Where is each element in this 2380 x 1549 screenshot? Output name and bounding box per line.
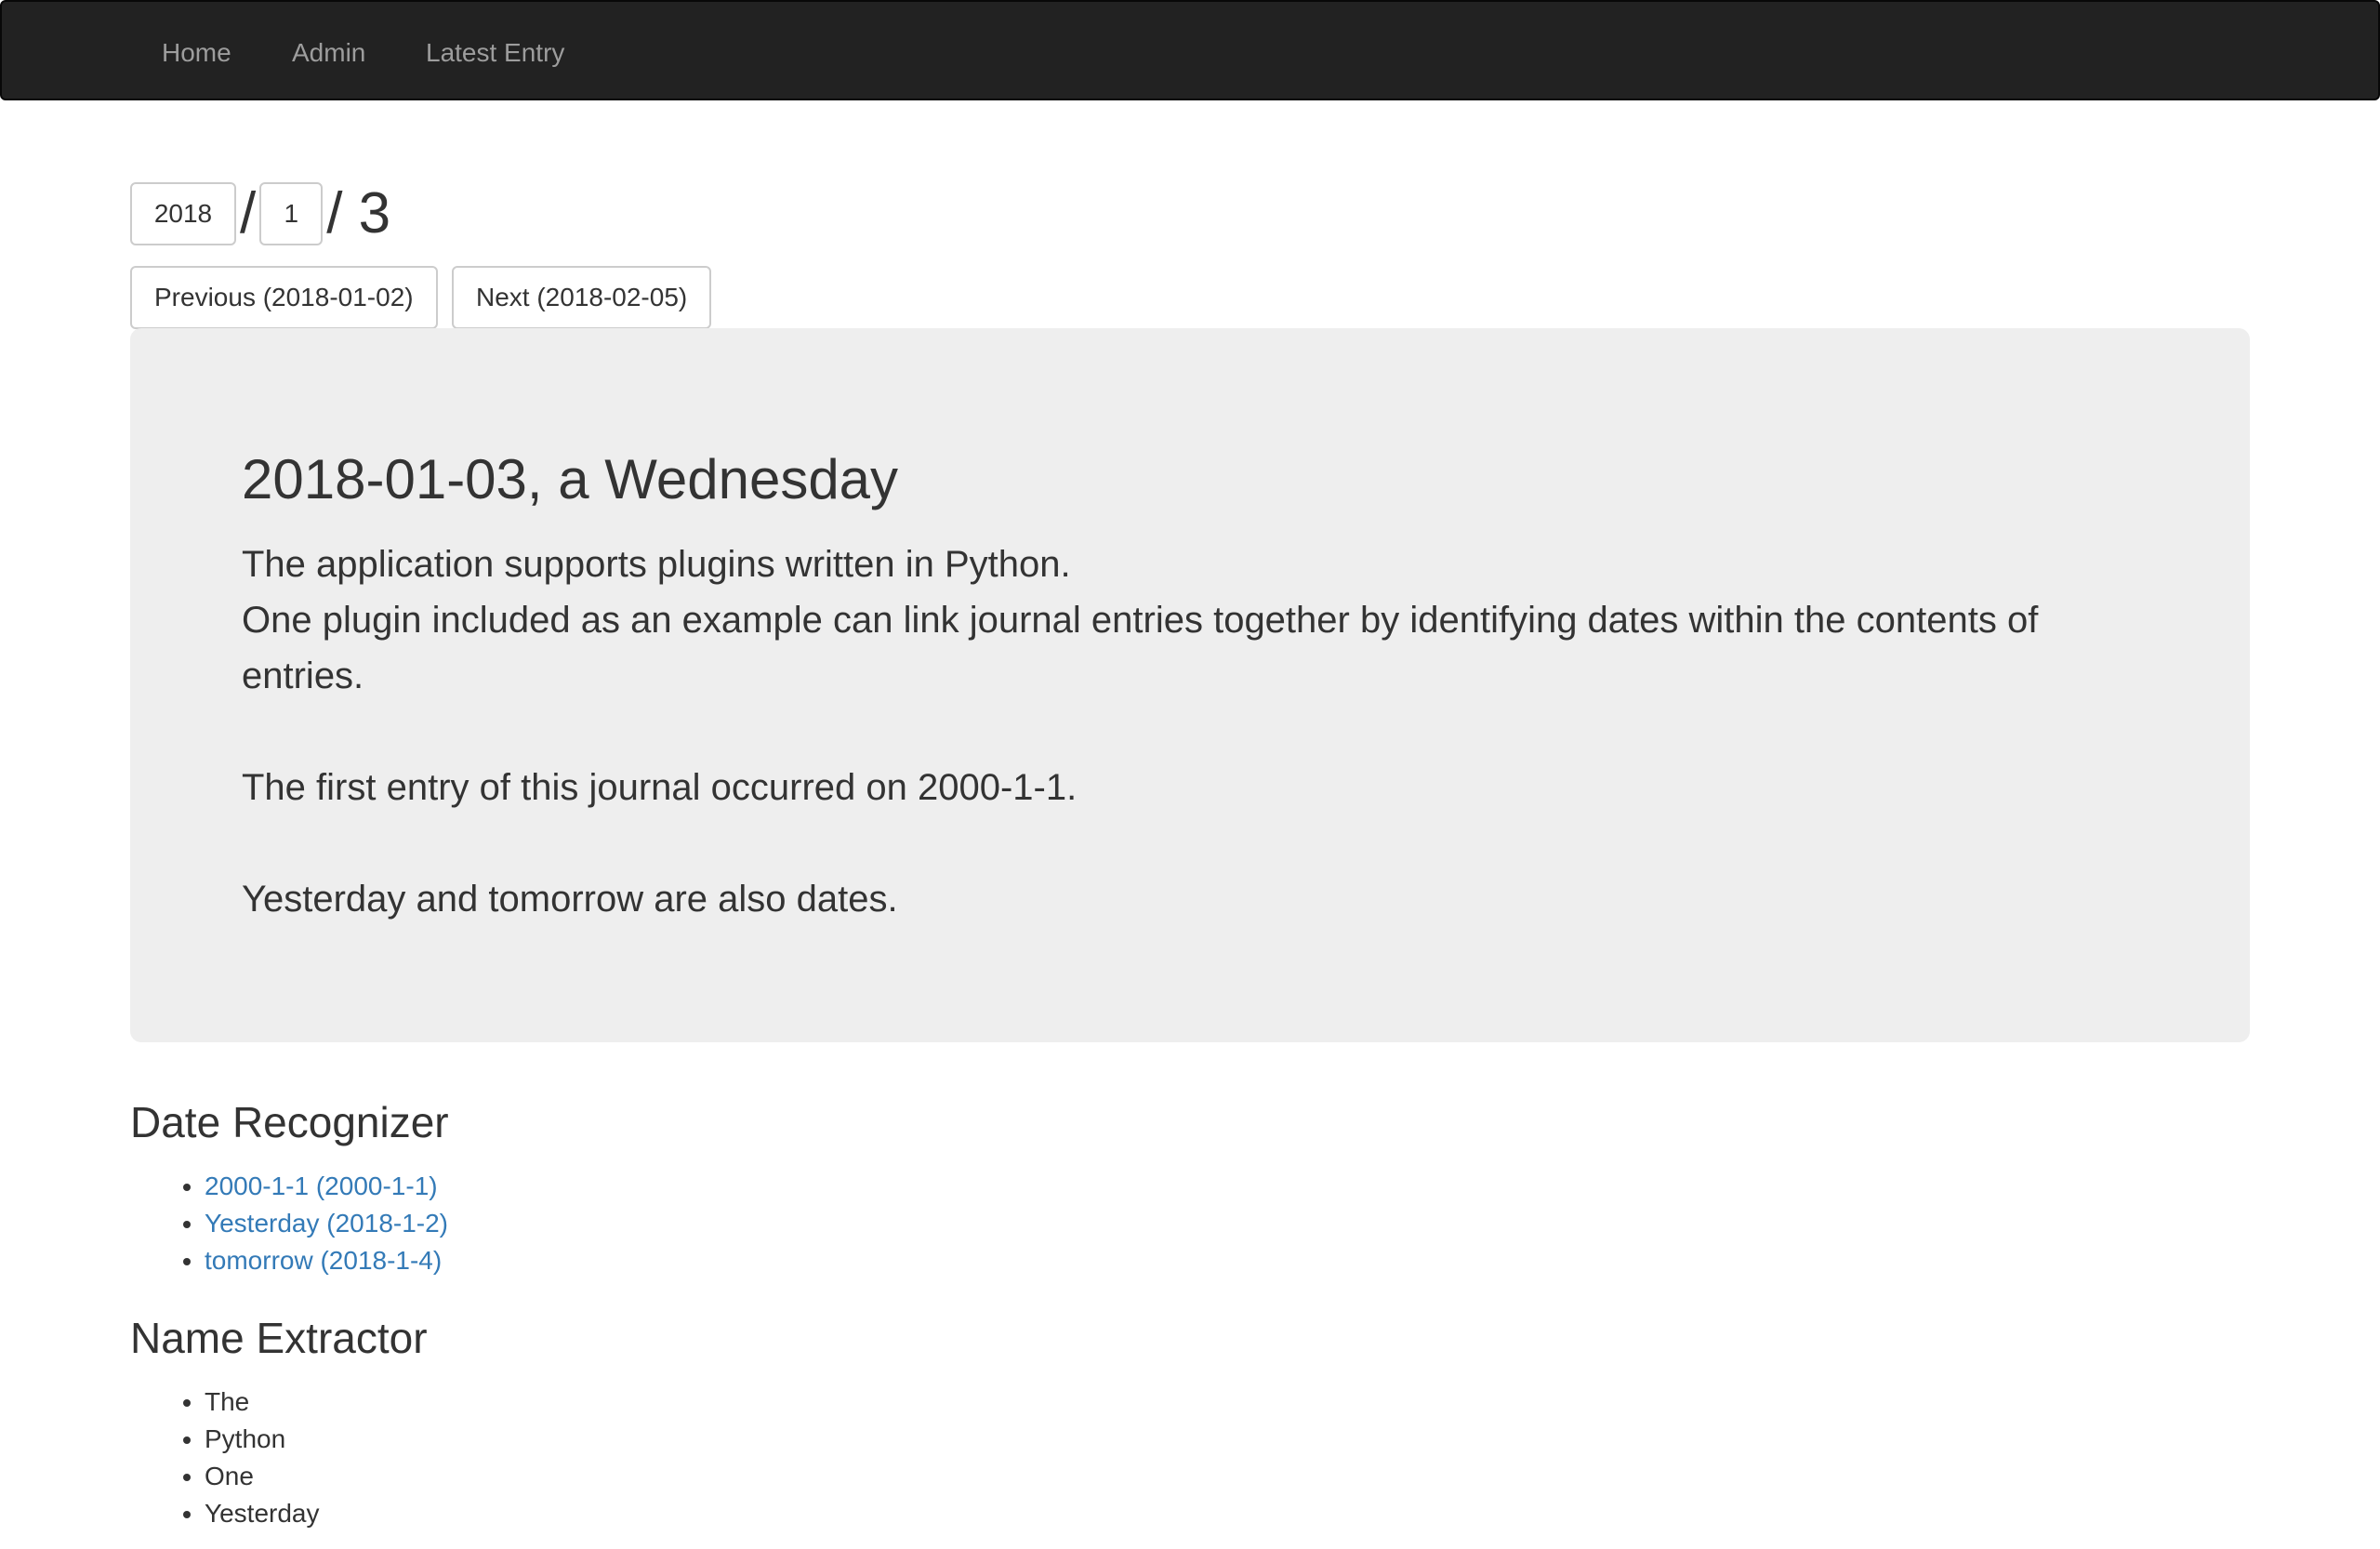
list-item: One bbox=[205, 1458, 320, 1495]
list-item: Yesterday bbox=[205, 1495, 320, 1532]
extracted-name: Yesterday bbox=[205, 1499, 320, 1528]
date-recognizer-heading: Date Recognizer bbox=[130, 1098, 449, 1146]
list-item: 2000-1-1 (2000-1-1) bbox=[205, 1168, 448, 1205]
previous-entry-button[interactable]: Previous (2018-01-02) bbox=[130, 266, 438, 329]
extracted-name: The bbox=[205, 1387, 250, 1416]
entry-title: 2018-01-03, a Wednesday bbox=[242, 448, 899, 510]
day-label: / 3 bbox=[326, 181, 391, 245]
name-extractor-list: The Python One Yesterday bbox=[130, 1384, 320, 1532]
top-navbar: Home Admin Latest Entry bbox=[0, 0, 2380, 100]
entry-line-1: The application supports plugins written… bbox=[242, 544, 1071, 585]
next-entry-button[interactable]: Next (2018-02-05) bbox=[452, 266, 712, 329]
list-item: Python bbox=[205, 1421, 320, 1458]
year-input[interactable] bbox=[130, 182, 236, 245]
entry-line-3: The first entry of this journal occurred… bbox=[242, 767, 1078, 808]
name-extractor-heading: Name Extractor bbox=[130, 1314, 428, 1362]
nav-latest-entry-link[interactable]: Latest Entry bbox=[426, 2, 564, 102]
month-input[interactable] bbox=[259, 182, 324, 245]
date-recognizer-list: 2000-1-1 (2000-1-1) Yesterday (2018-1-2)… bbox=[130, 1168, 448, 1279]
date-link[interactable]: 2000-1-1 (2000-1-1) bbox=[205, 1172, 438, 1200]
list-item: The bbox=[205, 1384, 320, 1421]
date-link[interactable]: Yesterday (2018-1-2) bbox=[205, 1209, 448, 1238]
entry-line-4: Yesterday and tomorrow are also dates. bbox=[242, 879, 898, 920]
date-separator: / bbox=[240, 181, 257, 245]
date-link[interactable]: tomorrow (2018-1-4) bbox=[205, 1246, 442, 1275]
extracted-name: Python bbox=[205, 1424, 286, 1453]
date-selector: / / 3 bbox=[130, 179, 394, 249]
entry-panel: 2018-01-03, a Wednesday The application … bbox=[130, 328, 2250, 1042]
list-item: Yesterday (2018-1-2) bbox=[205, 1205, 448, 1242]
nav-home-link[interactable]: Home bbox=[162, 2, 231, 102]
extracted-name: One bbox=[205, 1462, 254, 1490]
entry-line-2: One plugin included as an example can li… bbox=[242, 600, 2039, 696]
list-item: tomorrow (2018-1-4) bbox=[205, 1242, 448, 1279]
nav-admin-link[interactable]: Admin bbox=[292, 2, 365, 102]
entry-body: The application supports plugins written… bbox=[242, 536, 2064, 927]
